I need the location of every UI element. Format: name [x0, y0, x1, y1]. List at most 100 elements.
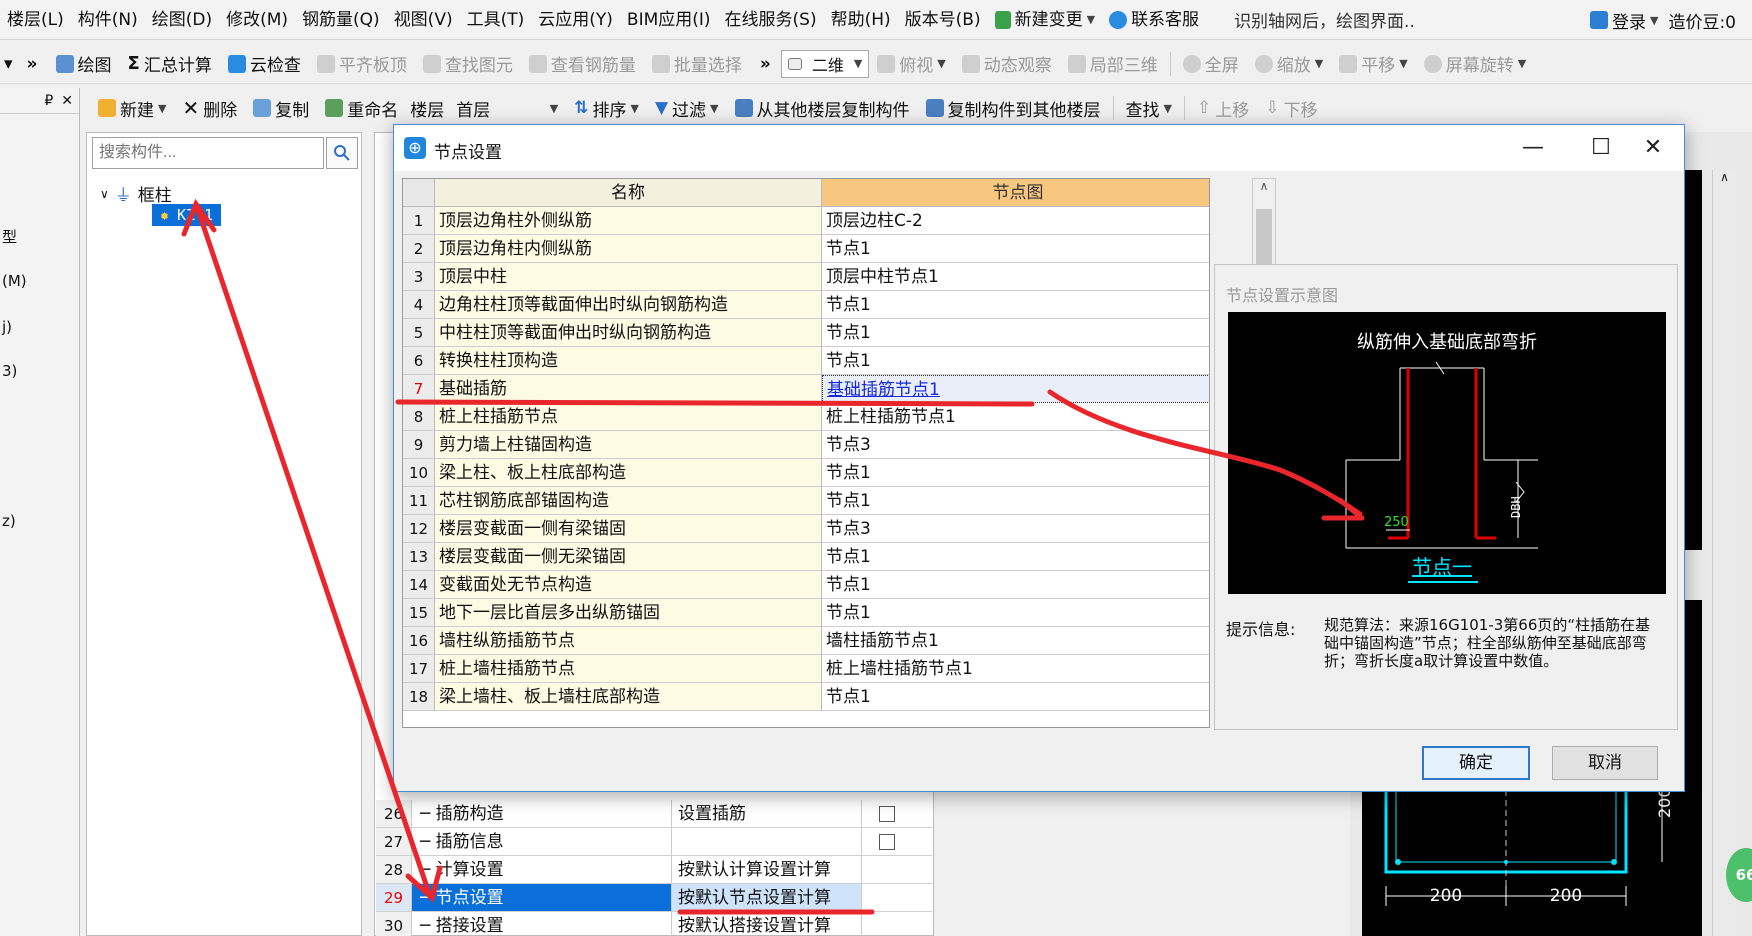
rotate-screen-button[interactable]: 屏幕旋转 ▼ [1416, 44, 1534, 84]
view-mode-select[interactable]: 二维 ▼ [780, 49, 870, 78]
table-row[interactable]: 28 ─ 计算设置 按默认计算设置计算 [376, 856, 932, 884]
view-rebar-button[interactable]: 查看钢筋量 [521, 44, 644, 84]
table-row[interactable]: 15 地下一层比首层多出纵筋锚固 节点1 [403, 599, 1209, 627]
full-screen-button[interactable]: 全屏 [1175, 44, 1247, 84]
ok-button[interactable]: 确定 [1422, 746, 1530, 780]
node-diagram[interactable]: 节点3 [822, 431, 1209, 459]
left-strip-item[interactable]: 3) [2, 362, 17, 380]
move-up-button[interactable]: ⇧ 上移 [1189, 88, 1257, 128]
property-value[interactable]: 按默认节点设置计算 [672, 884, 862, 911]
close-icon[interactable]: ✕ [61, 93, 73, 109]
node-diagram[interactable]: 节点1 [822, 599, 1209, 627]
pan-button[interactable]: 平移 ▼ [1331, 44, 1415, 84]
menu-rebar-qty[interactable]: 钢筋量(Q) [295, 0, 387, 40]
table-row[interactable]: 18 梁上墙柱、板上墙柱底部构造 节点1 [403, 683, 1209, 711]
table-row[interactable]: 17 桩上墙柱插筋节点 桩上墙柱插筋节点1 [403, 655, 1209, 683]
maximize-button[interactable]: ☐ [1578, 133, 1624, 163]
checkbox[interactable] [879, 833, 895, 850]
menu-cloud[interactable]: 云应用(Y) [531, 0, 620, 40]
node-diagram[interactable]: 顶层边柱C-2 [822, 207, 1209, 235]
level-slab-top-button[interactable]: 平齐板顶 [309, 44, 415, 84]
table-row[interactable]: 8 桩上柱插筋节点 桩上柱插筋节点1 [403, 403, 1209, 431]
table-row[interactable]: 1 顶层边角柱外侧纵筋 顶层边柱C-2 [403, 207, 1209, 235]
table-row[interactable]: 14 变截面处无节点构造 节点1 [403, 571, 1209, 599]
menu-help[interactable]: 帮助(H) [824, 0, 898, 40]
table-row-selected[interactable]: 29 ─ 节点设置 按默认节点设置计算 [376, 884, 932, 912]
close-button[interactable]: ✕ [1630, 133, 1676, 163]
table-row[interactable]: 13 楼层变截面一侧无梁锚固 节点1 [403, 543, 1209, 571]
table-row[interactable]: 6 转换柱柱顶构造 节点1 [403, 347, 1209, 375]
copy-from-floor-button[interactable]: 从其他楼层复制构件 [727, 88, 918, 128]
node-one-link[interactable]: 节点一 [1412, 555, 1472, 579]
drawing-scrollbar[interactable]: ∧ [1712, 170, 1736, 936]
column-header-diagram[interactable]: 节点图 [822, 179, 1209, 207]
batch-select-button[interactable]: 批量选择 [644, 44, 750, 84]
node-diagram[interactable]: 桩上墙柱插筋节点1 [822, 655, 1209, 683]
node-diagram[interactable]: 节点1 [822, 291, 1209, 319]
node-diagram[interactable]: 桩上柱插筋节点1 [822, 403, 1209, 431]
menu-tools[interactable]: 工具(T) [460, 0, 532, 40]
menu-bim[interactable]: BIM应用(I) [620, 0, 718, 40]
find-button[interactable]: 查找 ▼ [1118, 88, 1180, 128]
find-element-button[interactable]: 查找图元 [415, 44, 521, 84]
rename-button[interactable]: 重命名 [317, 88, 406, 128]
node-diagram[interactable]: 墙柱插筋节点1 [822, 627, 1209, 655]
login-button[interactable]: 登录 ▼ [1589, 8, 1658, 33]
table-row[interactable]: 12 楼层变截面一侧有梁锚固 节点3 [403, 515, 1209, 543]
pin-icon[interactable]: ₽ [44, 93, 53, 109]
search-button[interactable] [326, 137, 358, 169]
table-row[interactable]: 5 中柱柱顶等截面伸出时纵向钢筋构造 节点1 [403, 319, 1209, 347]
cost-beans[interactable]: 造价豆:0 [1668, 8, 1736, 33]
menu-online[interactable]: 在线服务(S) [718, 0, 824, 40]
menu-draw[interactable]: 绘图(D) [145, 0, 219, 40]
menu-element[interactable]: 构件(N) [71, 0, 145, 40]
node-diagram[interactable]: 顶层中柱节点1 [822, 263, 1209, 291]
delete-button[interactable]: ✕ 删除 [174, 88, 245, 128]
new-button[interactable]: 新建 ▼ [90, 88, 174, 128]
move-down-button[interactable]: ⇩ 下移 [1257, 88, 1325, 128]
property-value[interactable]: 设置插筋 [672, 800, 862, 827]
cloud-check-button[interactable]: 云检查 [220, 44, 309, 84]
scroll-up-icon[interactable]: ∧ [1713, 170, 1736, 184]
node-diagram[interactable]: 节点1 [822, 543, 1209, 571]
node-diagram-image[interactable]: 纵筋伸入基础底部弯折 250 DBH 节点一 [1228, 312, 1666, 594]
table-row-selected[interactable]: 7 基础插筋 基础插筋节点1 [403, 375, 1209, 403]
checkbox[interactable] [879, 805, 895, 822]
table-row[interactable]: 9 剪力墙上柱锚固构造 节点3 [403, 431, 1209, 459]
table-row[interactable]: 26 ─ 插筋构造 设置插筋 [376, 800, 932, 828]
floor-select[interactable]: 首层 ▼ [448, 88, 566, 128]
node-diagram[interactable]: 节点1 [822, 487, 1209, 515]
node-diagram[interactable]: 节点1 [822, 571, 1209, 599]
top-view-button[interactable]: 俯视 ▼ [869, 44, 953, 84]
new-change-button[interactable]: 新建变更 ▼ [988, 0, 1102, 40]
menu-view[interactable]: 视图(V) [387, 0, 460, 40]
filter-button[interactable]: ▼ 过滤 ▼ [647, 88, 727, 128]
left-strip-item[interactable]: (M) [2, 272, 27, 290]
dialog-title-bar[interactable]: ⊕ 节点设置 — ☐ ✕ [394, 125, 1684, 171]
property-value[interactable]: 按默认搭接设置计算 [672, 912, 862, 936]
menu-modify[interactable]: 修改(M) [219, 0, 295, 40]
table-row[interactable]: 11 芯柱钢筋底部锚固构造 节点1 [403, 487, 1209, 515]
table-row[interactable]: 2 顶层边角柱内侧纵筋 节点1 [403, 235, 1209, 263]
scroll-up-icon[interactable]: ∧ [1253, 179, 1275, 193]
property-value[interactable] [672, 828, 862, 855]
sum-calc-button[interactable]: Σ 汇总计算 [120, 44, 220, 84]
menu-version[interactable]: 版本号(B) [898, 0, 988, 40]
dynamic-observe-button[interactable]: 动态观察 [954, 44, 1060, 84]
node-diagram[interactable]: 节点1 [822, 459, 1209, 487]
table-row[interactable]: 30 ─ 搭接设置 按默认搭接设置计算 [376, 912, 932, 936]
more-icon[interactable]: » [17, 44, 48, 84]
table-row[interactable]: 16 墙柱纵筋插筋节点 墙柱插筋节点1 [403, 627, 1209, 655]
left-strip-item[interactable]: z) [2, 512, 16, 530]
menu-floor[interactable]: 楼层(L) [0, 0, 71, 40]
node-diagram[interactable]: 节点1 [822, 235, 1209, 263]
property-value[interactable]: 按默认计算设置计算 [672, 856, 862, 883]
draw-button[interactable]: 绘图 [48, 44, 120, 84]
zoom-button[interactable]: 缩放 ▼ [1247, 44, 1331, 84]
copy-to-floor-button[interactable]: 复制构件到其他楼层 [918, 88, 1109, 128]
column-header-name[interactable]: 名称 [435, 179, 822, 207]
local-3d-button[interactable]: 局部三维 [1060, 44, 1166, 84]
copy-button[interactable]: 复制 [245, 88, 317, 128]
overflow-chevron-icon[interactable]: ▾ [0, 44, 17, 84]
node-diagram[interactable]: 节点1 [822, 683, 1209, 711]
